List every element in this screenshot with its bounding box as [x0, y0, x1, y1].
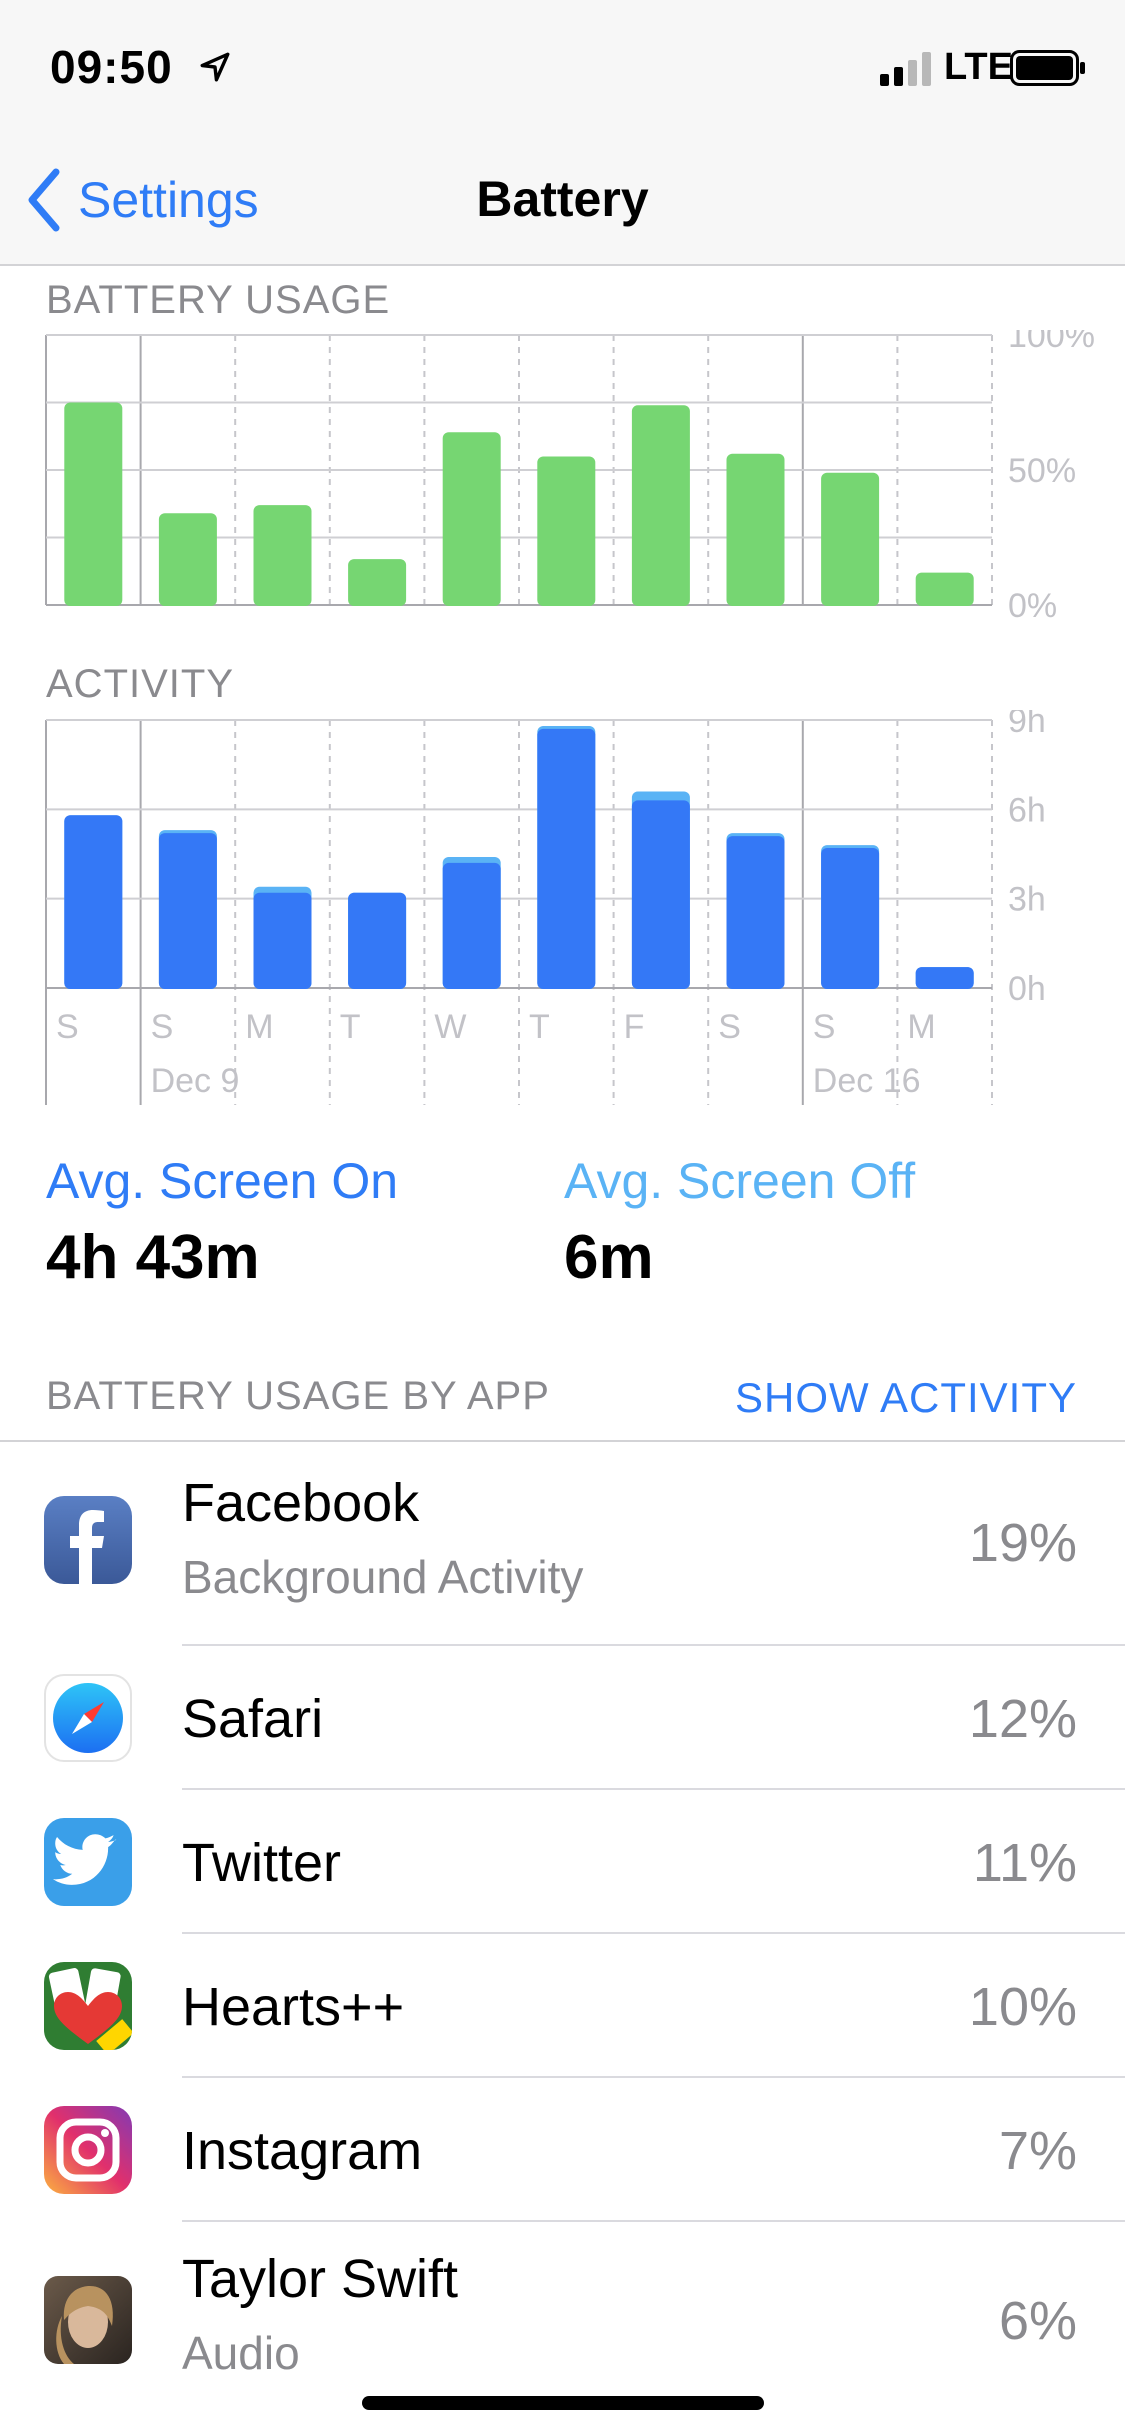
- app-row-safari[interactable]: Safari 12%: [0, 1646, 1125, 1790]
- screen-on-bar[interactable]: [348, 892, 407, 989]
- app-row-hearts[interactable]: Hearts++ 10%: [0, 1934, 1125, 2078]
- app-percentage: 12%: [968, 1689, 1077, 1749]
- y-tick-label: 9h: [1008, 710, 1046, 740]
- x-tick-label: F: [624, 1008, 645, 1046]
- screen-on-bar[interactable]: [537, 728, 596, 989]
- battery-bar[interactable]: [158, 513, 217, 606]
- screen-on-bar[interactable]: [915, 967, 974, 989]
- app-name: Twitter: [182, 1833, 342, 1893]
- screen-on-bar[interactable]: [158, 833, 217, 989]
- battery-bar[interactable]: [821, 472, 880, 606]
- avg-screen-on-value: 4h 43m: [46, 1223, 260, 1292]
- date-label: Dec 9: [151, 1062, 240, 1100]
- avg-screen-on-label: Avg. Screen On: [46, 1153, 399, 1209]
- location-arrow-icon: [200, 52, 230, 82]
- battery-bar[interactable]: [64, 402, 123, 607]
- app-row-twitter[interactable]: Twitter 11%: [0, 1790, 1125, 1934]
- app-name: Safari: [182, 1689, 324, 1749]
- app-name: Facebook: [182, 1473, 420, 1533]
- cellular-signal-icon: [880, 52, 931, 86]
- app-percentage: 7%: [998, 2121, 1077, 2181]
- battery-usage-header: BATTERY USAGE: [46, 278, 391, 322]
- navigation-bar: Settings Battery: [0, 140, 1125, 266]
- status-time: 09:50: [50, 41, 173, 93]
- app-name: Instagram: [182, 2121, 423, 2181]
- app-subtitle: Background Activity: [182, 1551, 584, 1603]
- battery-by-app-header: BATTERY USAGE BY APP: [46, 1374, 550, 1418]
- battery-bar[interactable]: [348, 559, 407, 606]
- screen-on-bar[interactable]: [821, 848, 880, 989]
- battery-bar[interactable]: [442, 432, 501, 606]
- battery-usage-chart[interactable]: 100% 50% 0%: [0, 330, 1125, 620]
- facebook-icon: [44, 1496, 132, 1584]
- x-tick-label: M: [907, 1008, 935, 1046]
- status-bar: 09:50 LTE: [0, 0, 1125, 140]
- battery-bar[interactable]: [253, 505, 312, 606]
- safari-icon: [44, 1674, 132, 1762]
- y-tick-label: 0%: [1008, 587, 1057, 620]
- x-tick-label: T: [340, 1008, 361, 1046]
- x-tick-label: T: [529, 1008, 550, 1046]
- page-title: Battery: [476, 171, 649, 227]
- y-tick-label: 6h: [1008, 791, 1046, 829]
- x-tick-label: S: [813, 1008, 836, 1046]
- avg-screen-off-value: 6m: [564, 1223, 654, 1292]
- screen-on-bar[interactable]: [64, 815, 123, 989]
- screen-on-bar[interactable]: [253, 892, 312, 989]
- app-name: Taylor Swift: [182, 2249, 459, 2309]
- screen-on-bar[interactable]: [442, 862, 501, 989]
- app-percentage: 11%: [972, 1833, 1077, 1893]
- battery-bar[interactable]: [915, 572, 974, 606]
- app-percentage: 6%: [998, 2291, 1077, 2351]
- activity-header: ACTIVITY: [46, 662, 235, 706]
- battery-level-icon: [1010, 50, 1085, 86]
- app-row-facebook[interactable]: Facebook Background Activity 19%: [0, 1442, 1125, 1646]
- app-percentage: 10%: [968, 1977, 1077, 2037]
- album-art-icon: [44, 2276, 132, 2364]
- battery-bar[interactable]: [537, 456, 596, 607]
- y-tick-label: 0h: [1008, 970, 1046, 1008]
- home-indicator[interactable]: [362, 2396, 764, 2410]
- screen-on-bar[interactable]: [726, 836, 785, 989]
- x-tick-label: S: [56, 1008, 79, 1046]
- app-row-instagram[interactable]: Instagram 7%: [0, 2078, 1125, 2222]
- app-name: Hearts++: [182, 1977, 405, 2037]
- app-subtitle: Audio: [182, 2327, 300, 2379]
- instagram-icon: [44, 2106, 132, 2194]
- show-activity-button[interactable]: SHOW ACTIVITY: [735, 1374, 1077, 1422]
- screen-on-bar[interactable]: [631, 800, 690, 989]
- x-tick-label: M: [245, 1008, 273, 1046]
- activity-chart[interactable]: 9h6h3h0hS S M T W T F S S MDec 9 Dec 16: [0, 710, 1125, 1110]
- date-label: Dec 16: [813, 1062, 921, 1100]
- avg-screen-off-label: Avg. Screen Off: [564, 1153, 916, 1209]
- app-percentage: 19%: [968, 1513, 1077, 1573]
- battery-bar[interactable]: [631, 405, 690, 606]
- x-tick-label: S: [151, 1008, 174, 1046]
- y-tick-label: 50%: [1008, 452, 1076, 490]
- y-tick-label: 100%: [1008, 330, 1095, 355]
- y-tick-label: 3h: [1008, 881, 1046, 919]
- hearts-icon: [44, 1962, 132, 2050]
- x-tick-label: S: [718, 1008, 741, 1046]
- twitter-icon: [44, 1818, 132, 1906]
- network-type: LTE: [944, 46, 1013, 88]
- x-tick-label: W: [434, 1008, 466, 1046]
- battery-bar[interactable]: [726, 453, 785, 606]
